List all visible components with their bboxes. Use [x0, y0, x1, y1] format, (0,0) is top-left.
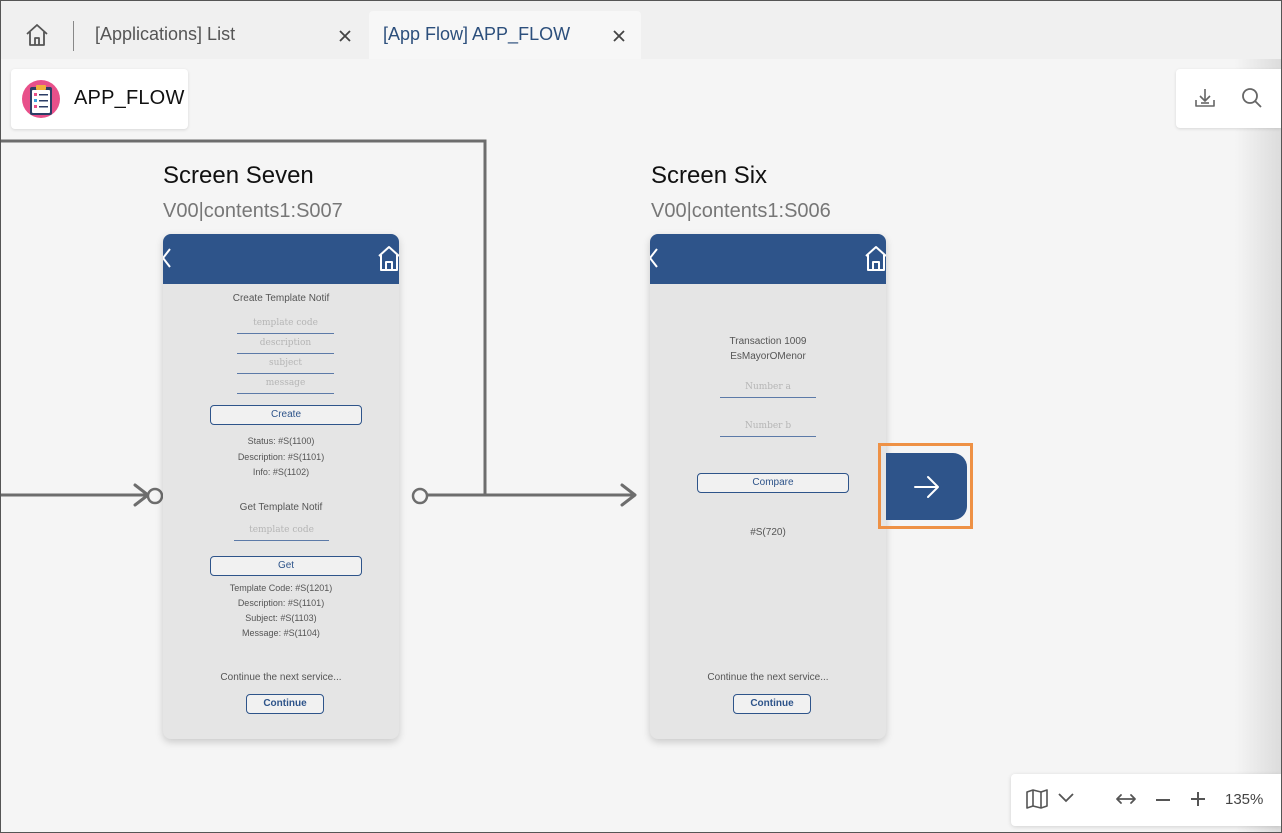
- result-message: Message: #S(1104): [242, 628, 320, 638]
- number-b-field[interactable]: Number b: [720, 417, 816, 437]
- get-button[interactable]: Get: [210, 556, 362, 576]
- screen-title: Screen Seven: [163, 162, 314, 189]
- result-status: Status: #S(1100): [247, 436, 315, 446]
- compare-button[interactable]: Compare: [697, 473, 849, 493]
- template-code-field[interactable]: template code: [237, 314, 334, 334]
- chevron-down-icon[interactable]: [1057, 791, 1075, 805]
- map-icon[interactable]: [1025, 788, 1049, 810]
- get-template-code-field[interactable]: template code: [234, 521, 329, 541]
- compare-result: #S(720): [750, 527, 786, 538]
- result-description: Description: #S(1101): [237, 598, 325, 608]
- phone-header: [163, 234, 399, 284]
- connector-port: [146, 487, 164, 505]
- footer-text: Continue the next service...: [220, 672, 342, 683]
- number-a-field[interactable]: Number a: [720, 378, 816, 398]
- screen-card-six[interactable]: Transaction 1009 EsMayorOMenor Number a …: [650, 234, 886, 739]
- result-template-code: Template Code: #S(1201): [229, 583, 333, 593]
- app-chip: APP_FLOW: [11, 69, 188, 129]
- form-header: Create Template Notif: [232, 293, 330, 304]
- fit-width-icon[interactable]: [1114, 790, 1138, 808]
- connector-port: [411, 487, 429, 505]
- app-title: APP_FLOW: [74, 87, 185, 109]
- home-icon: [378, 246, 399, 271]
- create-button[interactable]: Create: [210, 405, 362, 425]
- checklist-icon: [22, 80, 60, 118]
- continue-button[interactable]: Continue: [733, 694, 811, 714]
- zoom-toolbar: 135%: [1011, 774, 1281, 826]
- download-icon[interactable]: [1193, 86, 1217, 110]
- screen-code: V00|contents1:S007: [163, 200, 343, 222]
- back-icon: [163, 248, 171, 268]
- arrow-right-icon: [913, 475, 939, 498]
- home-icon: [865, 246, 886, 271]
- footer-text: Continue the next service...: [707, 672, 829, 683]
- canvas-toolbox: [1176, 69, 1281, 128]
- screen-card-seven[interactable]: Create Template Notif template code desc…: [163, 234, 399, 739]
- next-screen-button[interactable]: [886, 453, 967, 520]
- get-header: Get Template Notif: [239, 502, 323, 513]
- message-field[interactable]: message: [237, 374, 334, 394]
- subject-field[interactable]: subject: [237, 354, 334, 374]
- result-subject: Subject: #S(1103): [245, 613, 317, 623]
- result-info: Info: #S(1102): [252, 467, 310, 477]
- back-icon: [650, 248, 658, 268]
- description-field[interactable]: description: [237, 334, 334, 354]
- continue-button[interactable]: Continue: [246, 694, 324, 714]
- screen-title: Screen Six: [651, 162, 768, 189]
- zoom-out-icon[interactable]: [1153, 790, 1173, 810]
- search-icon[interactable]: [1240, 86, 1264, 110]
- zoom-level: 135%: [1225, 791, 1264, 808]
- result-description: Description: #S(1101): [237, 452, 325, 462]
- phone-header: [650, 234, 886, 284]
- transaction-name: EsMayorOMenor: [730, 351, 806, 362]
- transaction-label: Transaction 1009: [729, 336, 807, 347]
- screen-code: V00|contents1:S006: [651, 200, 831, 222]
- zoom-in-icon[interactable]: [1188, 789, 1208, 809]
